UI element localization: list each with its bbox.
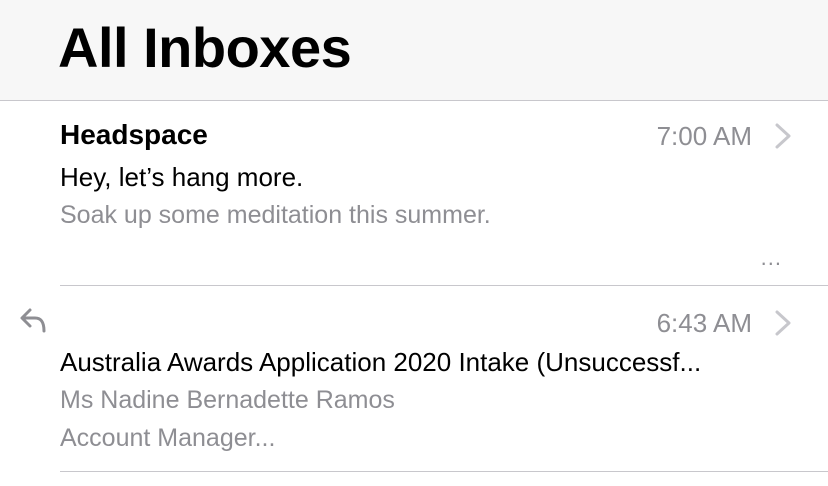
row-separator: [60, 285, 828, 286]
chevron-right-icon: [775, 123, 791, 149]
message-row[interactable]: 6:43 AM Australia Awards Application 202…: [0, 287, 828, 472]
navigation-header: All Inboxes: [0, 0, 828, 101]
message-row[interactable]: Headspace 7:00 AM Hey, let’s hang more. …: [0, 101, 828, 286]
message-subject: Australia Awards Application 2020 Intake…: [60, 347, 702, 377]
replied-arrow-icon: [20, 308, 46, 333]
message-preview: Soak up some meditation this summer.: [60, 201, 491, 229]
more-ellipsis: ...: [760, 245, 782, 270]
page-title: All Inboxes: [58, 16, 352, 79]
message-preview-line-1: Ms Nadine Bernadette Ramos: [60, 386, 395, 414]
message-preview-line-2: Account Manager...: [60, 424, 276, 452]
message-subject: Hey, let’s hang more.: [60, 162, 304, 192]
message-sender: Headspace: [60, 119, 208, 150]
message-time: 7:00 AM: [656, 121, 752, 151]
chevron-right-icon: [775, 310, 791, 336]
message-time: 6:43 AM: [656, 308, 752, 338]
row-separator: [60, 471, 828, 472]
